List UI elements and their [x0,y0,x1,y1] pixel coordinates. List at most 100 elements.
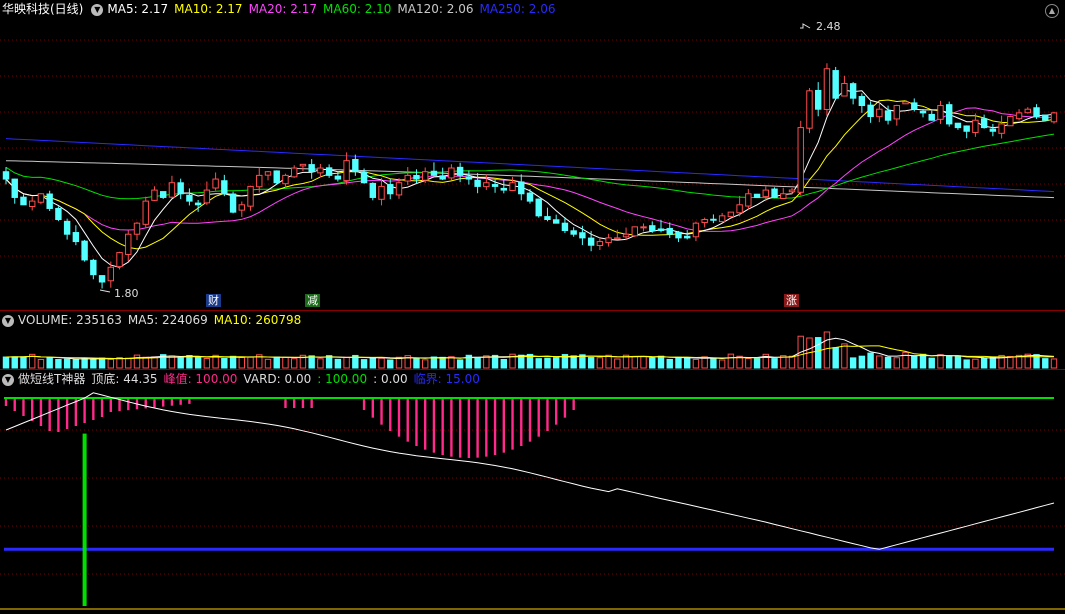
peak-bar [109,398,112,412]
volume-bar [186,355,193,369]
candle-body [736,204,743,214]
candle-body [596,241,604,247]
peak-bar [301,398,305,408]
candle-body [806,90,813,129]
candle-body [526,192,534,202]
candle-body [937,105,944,120]
candle-body [98,275,106,283]
dropdown-icon[interactable]: ▼ [2,314,14,327]
volume-bar [430,356,438,369]
volume-bar [867,352,874,369]
candle-body [168,182,176,198]
volume-bar [535,358,542,369]
event-marker-zhang[interactable]: 涨 [784,294,799,307]
volume-bar [666,358,673,369]
volume-bar [605,354,612,369]
candle-body [1024,108,1032,114]
candle-body [334,175,342,180]
event-marker-cai[interactable]: 财 [206,294,221,307]
price-chart[interactable] [0,0,1065,310]
candle-body [107,266,115,282]
collapse-icon[interactable]: ▲ [1045,4,1059,18]
volume-bar [387,359,394,369]
candle-body [90,259,97,276]
candle-body [360,171,368,184]
volume-bar [142,356,149,369]
ma60-label: MA60: 2.10 [323,2,392,16]
volume-bar [500,358,508,369]
candle-body [797,127,804,193]
peak-bar [39,398,43,426]
volume-bar [317,358,324,369]
high-pointer [800,23,811,29]
candle-body [683,235,691,239]
vol-ma5-label: MA5: 224069 [127,313,208,327]
volume-bar [675,356,682,369]
volume-bar [98,357,106,369]
peak-bar [528,398,532,442]
candle-body [46,193,53,209]
volume-bar [989,356,997,369]
peak-bar [537,398,540,437]
volume-bar [247,356,254,369]
candle-body [369,182,377,198]
candle-body [622,233,630,238]
volume-bar [570,355,577,369]
volume-bar [893,357,901,369]
indicator-name: 做短线T神器 [18,372,86,386]
volume-bar [378,357,385,369]
volume-bar [823,331,831,369]
event-marker-jian[interactable]: 减 [305,294,320,307]
candle-body [491,184,499,187]
dropdown-icon[interactable]: ▼ [91,3,104,16]
candle-body [2,171,10,180]
peak-bar [493,398,497,455]
peak-bar [48,398,51,431]
dropdown-icon[interactable]: ▼ [2,373,14,386]
indicator-chart[interactable] [0,370,1065,614]
candle-body [308,164,315,173]
candle-body [980,118,988,129]
candle-body [841,82,848,97]
peak-bar [293,398,296,408]
linjie-label: 临界: 15.00 [413,372,480,386]
candle-body [20,196,27,206]
candle-body [954,122,962,129]
candle-body [710,218,717,221]
peak-bar [362,398,366,410]
peak-bar [100,398,104,417]
candle-body [500,187,508,191]
candle-body [780,193,787,199]
candle-body [998,123,1005,134]
peak-bar [511,398,514,450]
vol-ma10-label: MA10: 260798 [213,313,302,327]
peak-bar [458,398,462,458]
peak-bar [92,398,95,420]
peak-bar [415,398,418,446]
candle-body [701,219,708,224]
candle-body [649,225,656,232]
volume-bar [221,357,228,369]
volume-bar [360,359,368,369]
peak-bar [310,398,313,408]
price-panel: 华映科技(日线) ▼ MA5: 2.17 MA10: 2.17 MA20: 2.17 MA… [0,0,1065,310]
candle-body [247,185,254,207]
peak-bar [162,398,165,407]
peak-bar [572,398,575,410]
volume-bar [229,355,237,369]
dingdi-label: 顶底: 44.35 [91,372,158,386]
candle-body [911,102,918,110]
candle-body [28,200,36,207]
candle-body [587,237,595,246]
volume-bar [631,356,639,369]
candle-body [299,163,307,167]
ma20-line [5,107,1055,232]
candle-body [186,194,193,202]
volume-bar [264,358,272,369]
peak-bar [555,398,558,425]
stock-title: 华映科技(日线) [2,2,84,16]
candle-body [125,233,132,255]
volume-bar [614,358,621,369]
candle-body [448,167,455,179]
candle-body [675,231,682,239]
